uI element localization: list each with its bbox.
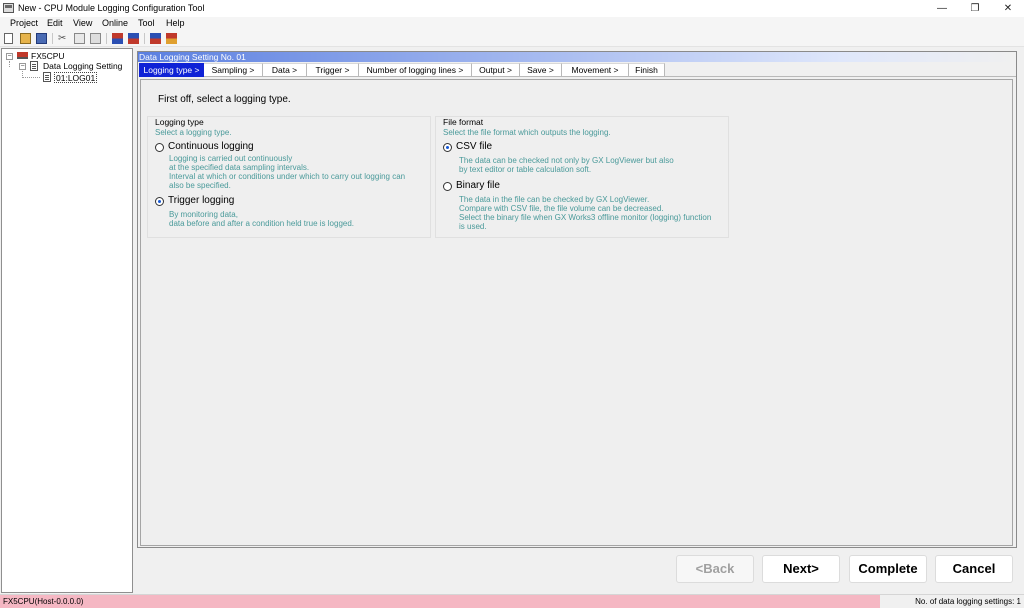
tree-line bbox=[9, 61, 10, 67]
new-icon[interactable] bbox=[4, 33, 13, 44]
csv-file-label[interactable]: CSV file bbox=[456, 141, 492, 152]
menu-view[interactable]: View bbox=[73, 18, 92, 28]
trigger-logging-label[interactable]: Trigger logging bbox=[168, 195, 234, 206]
step-number-of-logging-lines[interactable]: Number of logging lines > bbox=[359, 63, 472, 77]
wizard-content: First off, select a logging type. Loggin… bbox=[140, 79, 1013, 546]
binary-file-label[interactable]: Binary file bbox=[456, 180, 500, 191]
tree-line bbox=[22, 77, 40, 78]
connection-icon[interactable] bbox=[150, 33, 161, 44]
menu-help[interactable]: Help bbox=[166, 18, 185, 28]
next-button[interactable]: Next> bbox=[762, 555, 840, 583]
project-tree: − FX5CPU − Data Logging Setting 01:LOG01 bbox=[1, 48, 133, 593]
log-file-icon bbox=[43, 72, 51, 82]
back-button[interactable]: <Back bbox=[676, 555, 754, 583]
cancel-button[interactable]: Cancel bbox=[935, 555, 1013, 583]
csv-file-radio[interactable] bbox=[443, 143, 452, 152]
logging-type-group: Logging type Select a logging type. Cont… bbox=[147, 116, 431, 238]
csv-note-2: by text editor or table calculation soft… bbox=[459, 165, 592, 174]
continuous-logging-label[interactable]: Continuous logging bbox=[168, 141, 254, 152]
tree-item-data-logging-setting[interactable]: Data Logging Setting bbox=[43, 61, 122, 72]
continuous-logging-radio[interactable] bbox=[155, 143, 164, 152]
step-output[interactable]: Output > bbox=[472, 63, 520, 77]
app-icon bbox=[3, 3, 14, 13]
step-sampling[interactable]: Sampling > bbox=[204, 63, 263, 77]
continuous-note-4: also be specified. bbox=[169, 181, 231, 190]
panel-header: Data Logging Setting No. 01 bbox=[138, 52, 1016, 62]
complete-button[interactable]: Complete bbox=[849, 555, 927, 583]
binary-note-4: is used. bbox=[459, 222, 487, 231]
tree-item-log01[interactable]: 01:LOG01 bbox=[54, 72, 98, 83]
menu-online[interactable]: Online bbox=[102, 18, 128, 28]
step-finish[interactable]: Finish bbox=[629, 63, 665, 77]
step-logging-type[interactable]: Logging type > bbox=[139, 63, 204, 77]
cpu-icon bbox=[17, 52, 28, 59]
read-from-cpu-icon[interactable] bbox=[128, 33, 139, 44]
title-bar: New - CPU Module Logging Configuration T… bbox=[0, 0, 1024, 17]
step-save[interactable]: Save > bbox=[520, 63, 562, 77]
wizard-steps: Logging type > Sampling > Data > Trigger… bbox=[138, 63, 1016, 77]
restore-button[interactable]: ❐ bbox=[960, 0, 990, 17]
logging-type-desc: Select a logging type. bbox=[155, 128, 232, 137]
steps-filler bbox=[665, 63, 1016, 77]
menu-tool[interactable]: Tool bbox=[138, 18, 155, 28]
collapse-toggle[interactable]: − bbox=[19, 63, 26, 70]
binary-note-3: Select the binary file when GX Works3 of… bbox=[459, 213, 712, 222]
page-headline: First off, select a logging type. bbox=[158, 94, 291, 105]
open-icon[interactable] bbox=[20, 33, 31, 44]
toolbar-separator bbox=[52, 33, 53, 44]
toolbar-separator bbox=[106, 33, 107, 44]
file-format-group: File format Select the file format which… bbox=[435, 116, 729, 238]
settings-count: No. of data logging settings: 1 bbox=[915, 597, 1021, 606]
wizard-panel: Data Logging Setting No. 01 Logging type… bbox=[137, 51, 1017, 548]
toolbar-separator bbox=[144, 33, 145, 44]
menu-bar: Project Edit View Online Tool Help bbox=[0, 17, 1024, 30]
menu-edit[interactable]: Edit bbox=[47, 18, 63, 28]
write-to-cpu-icon[interactable] bbox=[112, 33, 123, 44]
paste-icon[interactable] bbox=[90, 33, 101, 44]
copy-icon[interactable] bbox=[74, 33, 85, 44]
trigger-note-2: data before and after a condition held t… bbox=[169, 219, 355, 228]
step-trigger[interactable]: Trigger > bbox=[307, 63, 359, 77]
minimize-button[interactable]: — bbox=[927, 0, 957, 17]
close-button[interactable]: ✕ bbox=[993, 0, 1023, 17]
step-data[interactable]: Data > bbox=[263, 63, 307, 77]
window-title: New - CPU Module Logging Configuration T… bbox=[18, 3, 205, 13]
menu-project[interactable]: Project bbox=[10, 18, 38, 28]
step-movement[interactable]: Movement > bbox=[562, 63, 629, 77]
setting-icon bbox=[30, 61, 38, 71]
file-format-desc: Select the file format which outputs the… bbox=[443, 128, 611, 137]
save-icon[interactable] bbox=[36, 33, 47, 44]
trigger-logging-radio[interactable] bbox=[155, 197, 164, 206]
monitor-icon[interactable] bbox=[166, 33, 177, 44]
cut-icon[interactable]: ✂ bbox=[58, 33, 69, 44]
status-bar: FX5CPU(Host-0.0.0.0) No. of data logging… bbox=[0, 594, 1024, 608]
toolbar: ✂ bbox=[0, 30, 1024, 47]
binary-file-radio[interactable] bbox=[443, 182, 452, 191]
collapse-toggle[interactable]: − bbox=[6, 53, 13, 60]
logging-type-title: Logging type bbox=[155, 117, 204, 127]
connection-status: FX5CPU(Host-0.0.0.0) bbox=[0, 595, 880, 608]
file-format-title: File format bbox=[443, 117, 484, 127]
